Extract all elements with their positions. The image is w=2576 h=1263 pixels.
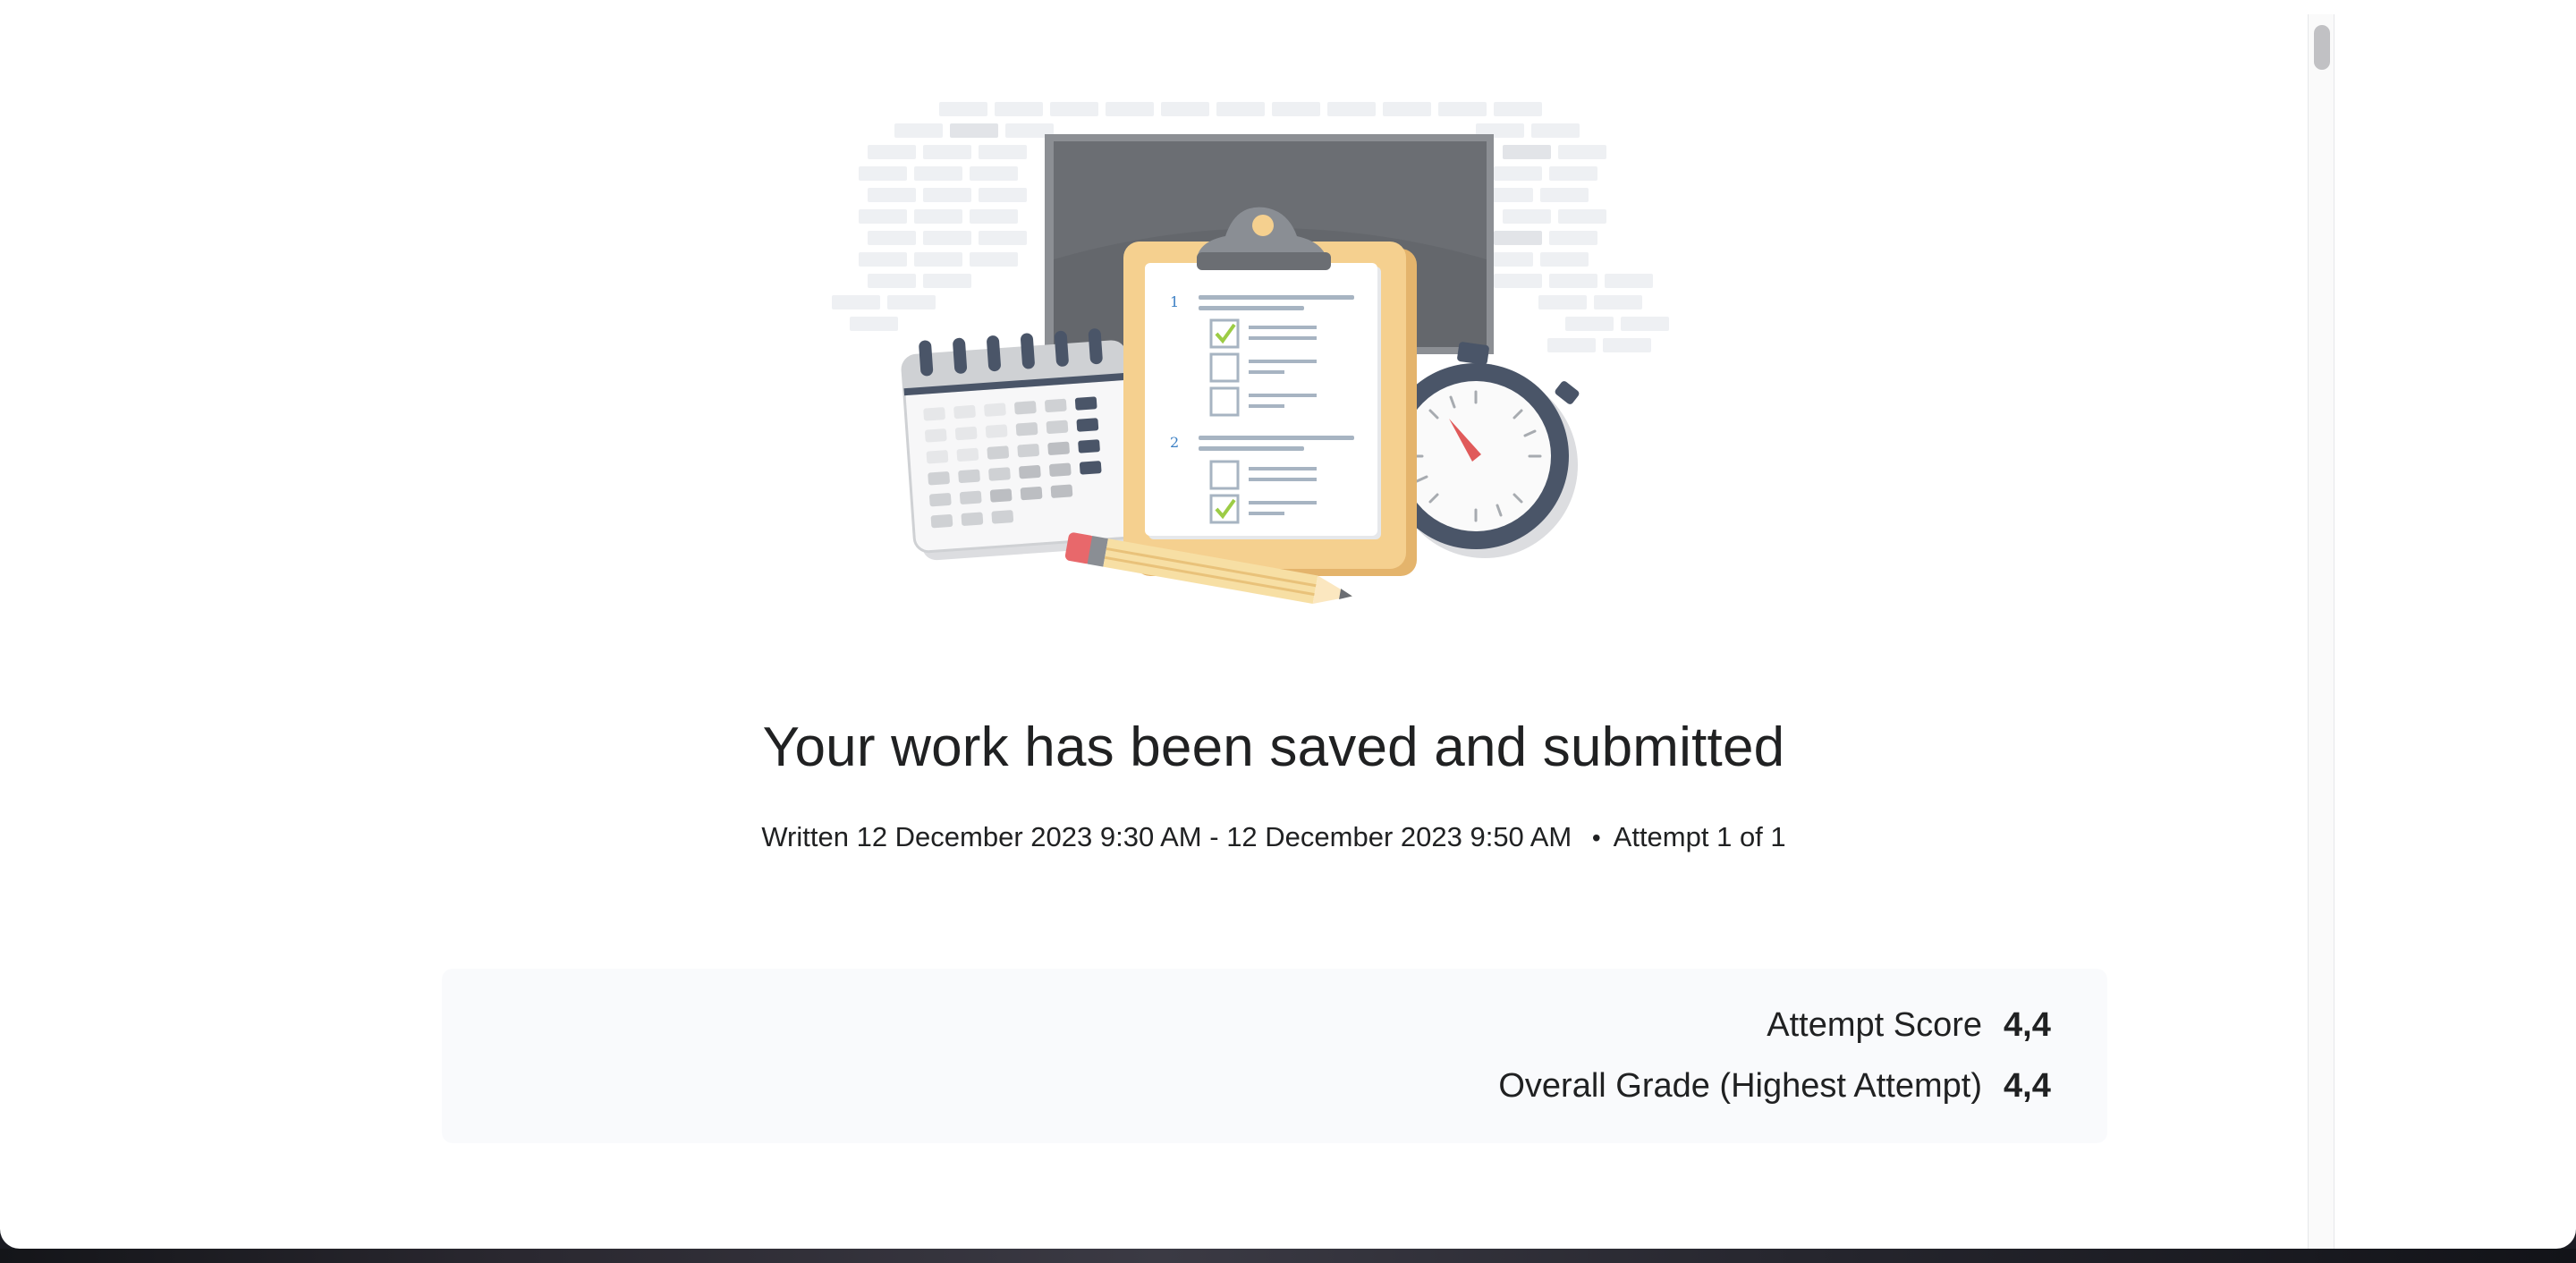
overall-grade-value: 4,4	[2004, 1067, 2051, 1105]
page-title: Your work has been saved and submitted	[762, 716, 1785, 778]
quiz-submitted-illustration: 1 2	[832, 102, 1669, 604]
question-number: 2	[1170, 434, 1179, 451]
end-time: 12 December 2023 9:50 AM	[1226, 821, 1572, 852]
attempt-score-row: Attempt Score 4,4	[1767, 1006, 2054, 1045]
submission-confirmation-page: 1 2 Your work has been saved and submitt…	[0, 0, 2308, 1249]
overall-grade-row: Overall Grade (Highest Attempt) 4,4	[1498, 1067, 2054, 1106]
question-number: 1	[1170, 293, 1179, 310]
desktop-background-strip	[0, 1249, 2576, 1263]
overall-grade-label: Overall Grade (Highest Attempt)	[1498, 1067, 1982, 1105]
attempt-details: Written 12 December 2023 9:30 AM - 12 De…	[0, 821, 2547, 853]
score-summary-panel: Attempt Score 4,4 Overall Grade (Highest…	[442, 969, 2107, 1143]
vertical-scrollbar[interactable]	[2308, 14, 2334, 1249]
clipboard-icon: 1 2	[1123, 207, 1417, 576]
attempt-score-label: Attempt Score	[1767, 1006, 1982, 1044]
time-separator: -	[1209, 821, 1219, 852]
scrollbar-thumb[interactable]	[2314, 25, 2330, 70]
browser-window: 1 2 Your work has been saved and submitt…	[0, 0, 2576, 1249]
bullet-separator: •	[1591, 824, 1601, 852]
attempt-count: Attempt 1 of 1	[1613, 821, 1786, 852]
start-time: 12 December 2023 9:30 AM	[856, 821, 1202, 852]
written-label: Written	[761, 821, 849, 852]
attempt-score-value: 4,4	[2004, 1006, 2051, 1044]
calendar-icon	[901, 328, 1146, 561]
